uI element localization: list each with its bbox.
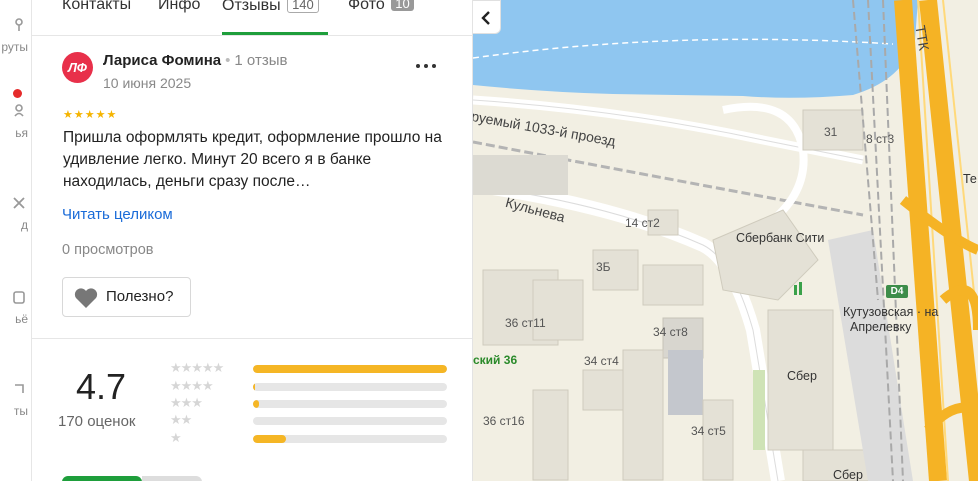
tab-reviews[interactable]: Отзывы 140 xyxy=(222,0,319,15)
map-label-place: Сбер xyxy=(787,369,817,383)
rating-bar-track xyxy=(253,400,447,408)
map-canvas xyxy=(473,0,978,481)
notification-dot xyxy=(13,89,22,98)
rating-bar-track xyxy=(253,383,447,391)
cutlery-icon xyxy=(13,197,25,209)
map-label-building: 31 xyxy=(824,125,838,139)
star-icon: ★ xyxy=(63,109,73,121)
ratings-count: 170 оценок xyxy=(58,413,136,430)
star-icon: ★★ xyxy=(170,412,192,427)
review-author[interactable]: Лариса Фомина • 1 отзыв xyxy=(103,52,287,69)
star-icon: ★★★ xyxy=(170,395,203,410)
active-tab-indicator xyxy=(222,32,328,35)
rail-label: ьё xyxy=(15,312,28,326)
more-dot-icon xyxy=(416,64,420,68)
map-label-building: 34 ст5 xyxy=(691,424,726,438)
more-dot-icon xyxy=(432,64,436,68)
tab-info[interactable]: Инфо xyxy=(158,0,200,14)
map-label-building: 8 ст3 xyxy=(866,132,895,146)
left-rail: руты ья д ьё ты xyxy=(0,0,32,481)
author-review-count: 1 отзыв xyxy=(234,52,288,69)
rating-bar-track xyxy=(253,417,447,425)
tab-label: Отзывы xyxy=(222,0,281,14)
star-icon: ★ xyxy=(106,109,117,121)
route-icon xyxy=(15,18,23,31)
rating-bar-track xyxy=(253,435,447,443)
map-label-building: 36 ст16 xyxy=(483,414,525,428)
star-icon: ★ xyxy=(84,109,95,121)
tab-photos[interactable]: Фото 10 xyxy=(348,0,414,14)
rail-label: ты xyxy=(13,404,28,418)
map-label-place: Те xyxy=(963,172,977,186)
map-view[interactable]: руемый 1033-й проезд Кульнева ТТК 31 8 с… xyxy=(473,0,978,481)
tab-count-badge: 10 xyxy=(391,0,414,11)
map-label-place: Сбербанк Сити xyxy=(736,231,825,245)
metro-line-badge: D4 xyxy=(886,285,908,298)
tab-label: Инфо xyxy=(158,0,201,13)
rail-label: ья xyxy=(15,126,28,140)
map-label-building: 34 ст4 xyxy=(584,354,619,368)
user-icon xyxy=(14,104,24,117)
rail-label: руты xyxy=(1,40,28,54)
rail-label: д xyxy=(20,218,28,232)
map-label-building: 3Б xyxy=(596,260,611,274)
more-dot-icon xyxy=(424,64,428,68)
write-review-button[interactable] xyxy=(62,476,142,481)
views-count: 0 просмотров xyxy=(62,242,154,258)
more-options-button[interactable] xyxy=(414,58,438,74)
map-label-station[interactable]: Апрелевку xyxy=(850,320,911,334)
read-more-link[interactable]: Читать целиком xyxy=(62,206,173,223)
star-icon: ★ xyxy=(73,109,84,121)
secondary-button[interactable] xyxy=(142,476,202,481)
rating-value: 4.7 xyxy=(76,366,127,407)
avatar[interactable]: ЛФ xyxy=(62,52,93,83)
org-panel: Контакты Инфо Отзывы 140 Фото 10 ЛФ Лари… xyxy=(32,0,473,481)
star-icon: ★ xyxy=(95,109,106,121)
dot-separator: • xyxy=(225,52,231,69)
collapse-panel-button[interactable] xyxy=(473,0,501,34)
tab-contacts[interactable]: Контакты xyxy=(62,0,131,14)
review-date: 10 июня 2025 xyxy=(103,75,192,91)
divider xyxy=(32,338,472,339)
map-label-building: 14 ст2 xyxy=(625,216,660,230)
review-text: Пришла оформлять кредит, оформление прош… xyxy=(63,129,442,190)
rating-bar-fill xyxy=(253,383,255,391)
atm-icon xyxy=(15,384,24,393)
star-icon: ★★★★ xyxy=(170,378,214,393)
rating-bar-fill xyxy=(253,400,259,408)
rating-bar-fill xyxy=(253,435,286,443)
map-label-building: 36 ст11 xyxy=(505,316,546,330)
map-label-building: 34 ст8 xyxy=(653,325,688,339)
heart-icon xyxy=(74,288,98,308)
map-label-place: ский 36 xyxy=(473,353,518,367)
author-name[interactable]: Лариса Фомина xyxy=(103,52,221,69)
rating-bar-fill xyxy=(253,365,447,373)
useful-button[interactable]: Полезно? xyxy=(62,277,191,317)
useful-label: Полезно? xyxy=(106,288,174,305)
tab-label: Фото xyxy=(348,0,385,13)
map-label-station[interactable]: Кутузовская · на xyxy=(843,305,938,319)
tab-count-badge: 140 xyxy=(287,0,319,13)
review-stars: ★ ★ ★ ★ ★ xyxy=(63,109,116,121)
chevron-left-icon xyxy=(481,11,490,25)
tab-bar: Контакты Инфо Отзывы 140 Фото 10 xyxy=(32,0,472,36)
tab-label: Контакты xyxy=(62,0,132,13)
star-icon: ★ xyxy=(170,430,182,445)
rating-bar-track xyxy=(253,365,447,373)
bed-icon xyxy=(13,291,25,304)
map-label-place: Сбер xyxy=(833,468,863,481)
star-icon: ★★★★★ xyxy=(170,360,224,375)
